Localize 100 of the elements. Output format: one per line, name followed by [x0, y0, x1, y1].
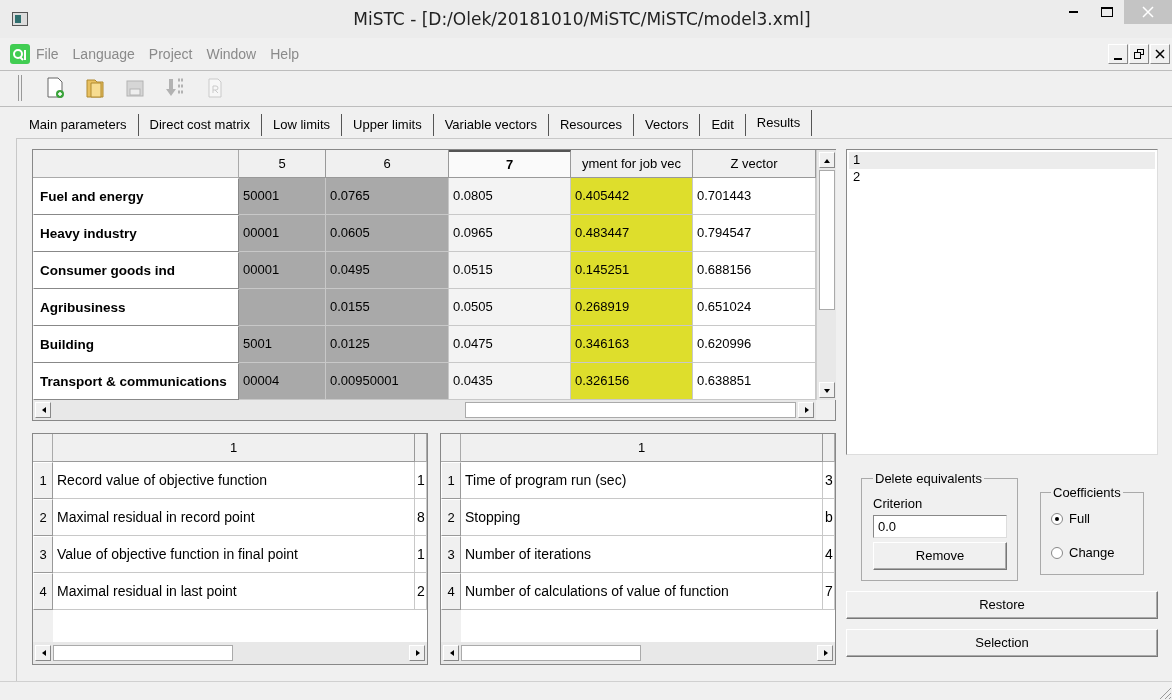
- app-icon: [12, 12, 28, 27]
- table-cell: 00001: [239, 251, 326, 289]
- table-corner[interactable]: [33, 433, 53, 462]
- row-number: 2: [33, 498, 53, 536]
- row-header: Consumer goods ind: [33, 251, 239, 289]
- table-cell: 0.326156: [571, 362, 693, 400]
- table-cell: 0.0805: [449, 177, 571, 215]
- horizontal-scrollbar[interactable]: [33, 641, 427, 664]
- radio-option[interactable]: Full: [1051, 503, 1123, 534]
- table-cell: 7: [823, 572, 835, 610]
- row-number: 4: [33, 572, 53, 610]
- row-header: Building: [33, 325, 239, 363]
- column-header[interactable]: yment for job vec: [571, 149, 693, 178]
- table-cell: Number of iterations: [461, 535, 823, 573]
- column-header[interactable]: 1: [461, 433, 823, 462]
- table-cell: 1: [415, 535, 427, 573]
- folder-icon: [85, 77, 105, 100]
- vertical-scrollbar[interactable]: [816, 149, 836, 400]
- close-button[interactable]: [1150, 43, 1170, 64]
- remove-button[interactable]: Remove: [873, 541, 1007, 570]
- row-number: 3: [441, 535, 461, 573]
- field-label: Criterion: [873, 495, 924, 511]
- table-cell: 0.0505: [449, 288, 571, 326]
- row-number: 3: [33, 535, 53, 573]
- action-button[interactable]: Selection: [846, 628, 1158, 657]
- table-cell: 0.346163: [571, 325, 693, 363]
- table-cell: 0.0965: [449, 214, 571, 252]
- table-cell: Time of program run (sec): [461, 461, 823, 499]
- table-cell: 0.0765: [326, 177, 449, 215]
- restore-button[interactable]: [1129, 43, 1149, 64]
- list-item[interactable]: 1: [849, 151, 1155, 169]
- column-header[interactable]: 1: [53, 433, 415, 462]
- table-cell: 0.0515: [449, 251, 571, 289]
- qt-logo-icon: [10, 43, 30, 64]
- action-button[interactable]: Restore: [846, 590, 1158, 619]
- scroll-right-icon: [413, 648, 421, 657]
- table-cell: 0.620996: [693, 325, 816, 363]
- radio-button[interactable]: [1051, 512, 1063, 525]
- table-cell: Record value of objective function: [53, 461, 415, 499]
- radio-option[interactable]: Change: [1051, 537, 1123, 568]
- table-cell: 4: [823, 535, 835, 573]
- column-header[interactable]: 5: [239, 149, 326, 178]
- tab[interactable]: Upper limits: [342, 113, 434, 136]
- table-cell: 0.688156: [693, 251, 816, 289]
- row-number: 2: [441, 498, 461, 536]
- horizontal-scrollbar[interactable]: [33, 399, 816, 420]
- table-corner[interactable]: [33, 149, 239, 178]
- size-grip-icon: [1158, 686, 1172, 700]
- new-file-icon: [45, 77, 65, 100]
- row-header: Heavy industry: [33, 214, 239, 252]
- close-icon: [1155, 48, 1165, 59]
- horizontal-scrollbar[interactable]: [441, 641, 835, 664]
- table-cell: 3: [823, 461, 835, 499]
- minimize-button[interactable]: [1108, 43, 1128, 64]
- column-header[interactable]: Z vector: [693, 149, 816, 178]
- tab[interactable]: Low limits: [261, 113, 343, 136]
- tab[interactable]: Vectors: [634, 113, 701, 136]
- table-cell: 0.701443: [693, 177, 816, 215]
- table-cell: b: [823, 498, 835, 536]
- radio-label: Change: [1069, 545, 1115, 561]
- tab[interactable]: Direct cost matrix: [138, 113, 262, 136]
- group-title: Delete equivalents: [874, 470, 983, 486]
- table-cell: Maximal residual in last point: [53, 572, 415, 610]
- table-cell: 2: [415, 572, 427, 610]
- window-title: MiSTC - [D:/Olek/20181010/MiSTC/MiSTC/model3.xml]: [353, 9, 811, 30]
- table-cell: 0.405442: [571, 177, 693, 215]
- table-cell: Number of calculations of value of function: [461, 572, 823, 610]
- table-cell: 0.0125: [326, 325, 449, 363]
- document-icon: [206, 77, 224, 100]
- table-cell: 0.794547: [693, 214, 816, 252]
- table-cell: 0.0605: [326, 214, 449, 252]
- header-section: [823, 433, 835, 462]
- scroll-right-icon: [802, 405, 810, 414]
- tab[interactable]: Main parameters: [18, 113, 139, 136]
- row-header: Agribusiness: [33, 288, 239, 326]
- header-section: [415, 433, 427, 462]
- row-header: Fuel and energy: [33, 177, 239, 215]
- list-item[interactable]: 2: [849, 168, 1155, 186]
- tab[interactable]: Resources: [548, 113, 635, 136]
- row-header: Transport & communications: [33, 362, 239, 400]
- table-cell: 0.145251: [571, 251, 693, 289]
- table-cell: 0.00950001: [326, 362, 449, 400]
- tab[interactable]: Edit: [700, 113, 746, 136]
- column-header[interactable]: 6: [326, 149, 449, 178]
- table-cell: 0.0475: [449, 325, 571, 363]
- criterion-field[interactable]: 0.0: [873, 514, 1007, 538]
- radio-button[interactable]: [1051, 546, 1063, 559]
- radio-label: Full: [1069, 511, 1090, 527]
- table-cell: 0.638851: [693, 362, 816, 400]
- row-number: 1: [441, 461, 461, 499]
- maximize-icon: [1101, 7, 1113, 17]
- tab[interactable]: Variable vectors: [433, 113, 549, 136]
- table-corner[interactable]: [441, 433, 461, 462]
- table-cell: 00001: [239, 214, 326, 252]
- column-header[interactable]: 7: [449, 149, 571, 178]
- table-cell: Maximal residual in record point: [53, 498, 415, 536]
- restore-icon: [1134, 48, 1144, 59]
- minimize-icon: [1068, 11, 1078, 13]
- close-icon: [1142, 6, 1154, 18]
- row-number: 4: [441, 572, 461, 610]
